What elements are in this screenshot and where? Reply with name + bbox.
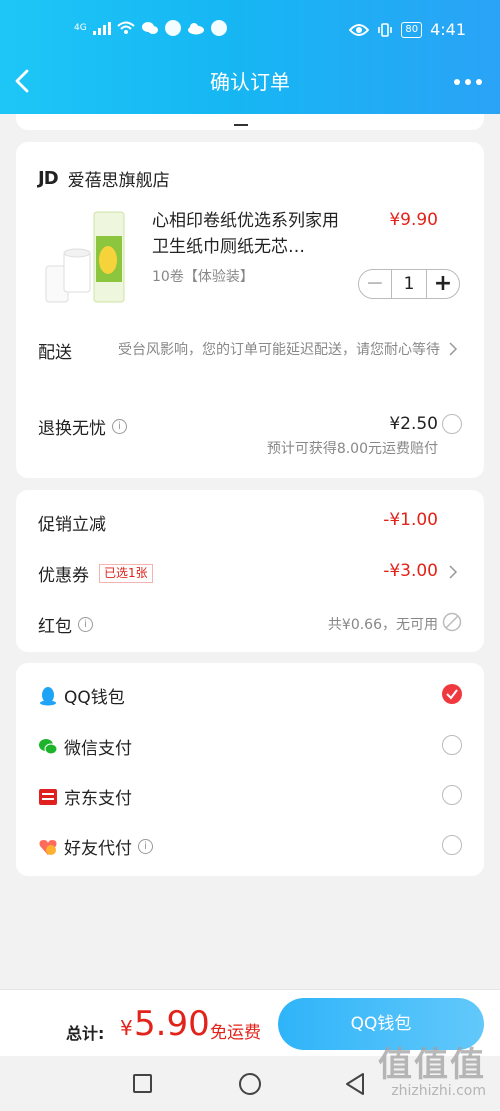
- status-right: 80 4:41: [349, 20, 466, 39]
- hongbao-text: 共¥0.66，无可用: [327, 617, 438, 633]
- vibrate-icon: [378, 22, 393, 37]
- radio-unchecked-icon[interactable]: [442, 785, 462, 805]
- chevron-right-icon[interactable]: [448, 342, 458, 356]
- coupon-label: 优惠券: [38, 566, 89, 586]
- wechat-icon: [39, 738, 58, 754]
- delivery-notice[interactable]: 受台风影响，您的订单可能延迟配送，请您耐心等待: [116, 338, 440, 362]
- quantity-stepper: − 1 +: [358, 269, 460, 299]
- order-item-card: JD 爱蓓思旗舰店 心相印卷纸优选系列家用卫生纸巾厕纸无芯… ¥9.90 10卷…: [16, 142, 484, 478]
- status-bar: 4G 80 4:41: [0, 14, 500, 50]
- network-label: 4G: [74, 23, 87, 33]
- increase-button[interactable]: +: [427, 270, 459, 298]
- refund-row: 退换无忧 i: [38, 414, 127, 439]
- radio-checked-icon[interactable]: [442, 684, 462, 704]
- discounts-card: 促销立减 -¥1.00 优惠券 已选1张 -¥3.00 红包 i 共¥0.66，…: [16, 490, 484, 652]
- payment-option-jd[interactable]: 京东支付: [38, 784, 132, 809]
- refund-radio[interactable]: [442, 414, 462, 434]
- free-shipping-label: 免运费: [210, 1023, 261, 1043]
- payment-option-friend[interactable]: 好友代付 i: [38, 834, 153, 859]
- payment-label: 好友代付: [64, 839, 132, 859]
- divider: [234, 124, 248, 126]
- payment-option-qq[interactable]: QQ钱包: [38, 683, 125, 708]
- friend-pay-icon: [39, 839, 57, 855]
- status-left: 4G: [74, 20, 227, 36]
- store-name: 爱蓓思旗舰店: [67, 171, 170, 191]
- wifi-icon: [117, 21, 135, 34]
- coupon-row[interactable]: 优惠券 已选1张: [38, 561, 153, 586]
- wechat-status-icon: [141, 22, 158, 34]
- qq-penguin-icon: [40, 686, 56, 705]
- info-icon[interactable]: i: [138, 839, 153, 854]
- hongbao-row: 红包 i: [38, 612, 93, 637]
- system-nav-bar: 值值值 zhizhizhi.com: [0, 1047, 500, 1111]
- payment-option-wechat[interactable]: 微信支付: [38, 734, 132, 759]
- chevron-right-icon[interactable]: [448, 565, 458, 579]
- refund-price: ¥2.50: [389, 414, 438, 434]
- unavailable-icon: [442, 612, 462, 632]
- battery-icon: 80: [401, 21, 423, 38]
- jd-logo: JD: [38, 168, 59, 189]
- info-icon[interactable]: i: [112, 419, 127, 434]
- total-label: 总计:: [66, 1024, 105, 1043]
- coupon-value[interactable]: -¥3.00: [383, 561, 438, 581]
- quantity-value[interactable]: 1: [391, 270, 427, 298]
- refund-note: 预计可获得8.00元运费赔付: [266, 441, 438, 457]
- product-spec: 10卷【体验装】: [152, 269, 254, 285]
- home-button[interactable]: [239, 1073, 261, 1095]
- jd-pay-icon: [39, 788, 57, 805]
- payment-label: QQ钱包: [64, 688, 125, 708]
- coupon-tag: 已选1张: [99, 564, 153, 583]
- radio-unchecked-icon[interactable]: [442, 835, 462, 855]
- store-header[interactable]: JD 爱蓓思旗舰店: [38, 166, 170, 191]
- radio-unchecked-icon[interactable]: [442, 735, 462, 755]
- eye-icon: [349, 23, 370, 36]
- watermark-url: zhizhizhi.com: [391, 1083, 486, 1099]
- delivery-label: 配送: [38, 343, 72, 363]
- more-options-icon[interactable]: [454, 72, 486, 92]
- product-image[interactable]: [44, 208, 132, 308]
- status-time: 4:41: [430, 20, 466, 39]
- total-currency: ¥: [120, 1016, 133, 1040]
- payment-label: 京东支付: [64, 789, 132, 809]
- previous-card-edge: [16, 114, 484, 130]
- total-amount: 5.90: [134, 1004, 210, 1044]
- promo-label: 促销立减: [38, 515, 106, 535]
- pay-button[interactable]: QQ钱包: [278, 998, 484, 1050]
- app-header: 4G 80 4:41 确认订单: [0, 0, 500, 114]
- promo-value: -¥1.00: [383, 510, 438, 530]
- browser-status-icon: [210, 20, 227, 36]
- watermark: 值值值 zhizhizhi.com: [378, 1047, 486, 1099]
- nav-back-icon[interactable]: [344, 1072, 366, 1096]
- product-title[interactable]: 心相印卷纸优选系列家用卫生纸巾厕纸无芯…: [152, 208, 348, 260]
- info-icon[interactable]: i: [78, 617, 93, 632]
- hongbao-label: 红包: [38, 617, 72, 637]
- decrease-button[interactable]: −: [359, 270, 391, 298]
- signal-icon: [92, 21, 111, 35]
- product-price: ¥9.90: [389, 210, 438, 230]
- refund-label: 退换无忧: [38, 419, 106, 439]
- app-status-icon: [164, 20, 181, 36]
- page-title: 确认订单: [210, 70, 290, 94]
- recent-apps-button[interactable]: [133, 1074, 152, 1093]
- cloud-icon: [187, 23, 204, 35]
- payment-label: 微信支付: [64, 739, 132, 759]
- watermark-logo: 值值值: [378, 1045, 486, 1085]
- payment-methods-card: QQ钱包 微信支付 京东支付 好友代付 i: [16, 663, 484, 876]
